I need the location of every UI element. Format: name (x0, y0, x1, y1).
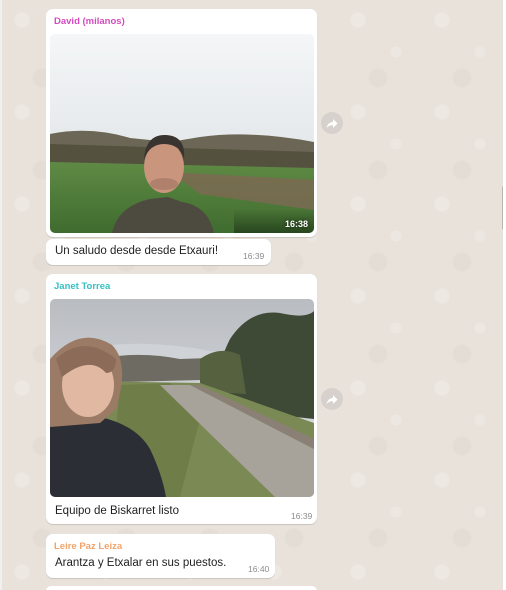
message-timestamp: 16:39 (291, 511, 313, 521)
message-bubble-janet[interactable]: Janet Torrea Equipo de Biskarret listo 1… (46, 274, 317, 524)
photo-janet-selfie[interactable] (50, 299, 314, 497)
message-bubble-david[interactable]: David (milanos) 16:38 (46, 9, 317, 237)
photo-david-selfie[interactable]: 16:38 (50, 34, 314, 233)
forward-arrow-icon (326, 394, 338, 404)
forward-button-1[interactable] (321, 112, 343, 134)
photo-timestamp: 16:38 (284, 219, 308, 229)
message-timestamp: 16:39 (243, 251, 265, 261)
message-bubble-leire[interactable]: Leire Paz Leiza Arantza y Etxalar en sus… (46, 534, 275, 578)
chat-scrollbar[interactable] (502, 186, 503, 230)
message-text[interactable]: Equipo de Biskarret listo (55, 505, 179, 517)
message-timestamp: 16:40 (248, 564, 270, 574)
message-text[interactable]: Arantza y Etxalar en sus puestos. (55, 557, 226, 569)
landscape-selfie-image (50, 34, 314, 233)
message-bubble-next[interactable] (46, 586, 317, 590)
message-text[interactable]: Un saludo desde desde Etxauri! (55, 245, 218, 257)
forward-arrow-icon (326, 118, 338, 128)
sender-name[interactable]: Janet Torrea (54, 281, 110, 292)
road-selfie-image (50, 299, 314, 497)
chat-panel[interactable]: David (milanos) 16:38 Un saludo desde de… (2, 0, 503, 590)
sender-name[interactable]: Leire Paz Leiza (54, 541, 122, 552)
caption-bubble-david[interactable]: Un saludo desde desde Etxauri! 16:39 (46, 239, 271, 265)
forward-button-2[interactable] (321, 388, 343, 410)
sender-name[interactable]: David (milanos) (54, 16, 125, 27)
